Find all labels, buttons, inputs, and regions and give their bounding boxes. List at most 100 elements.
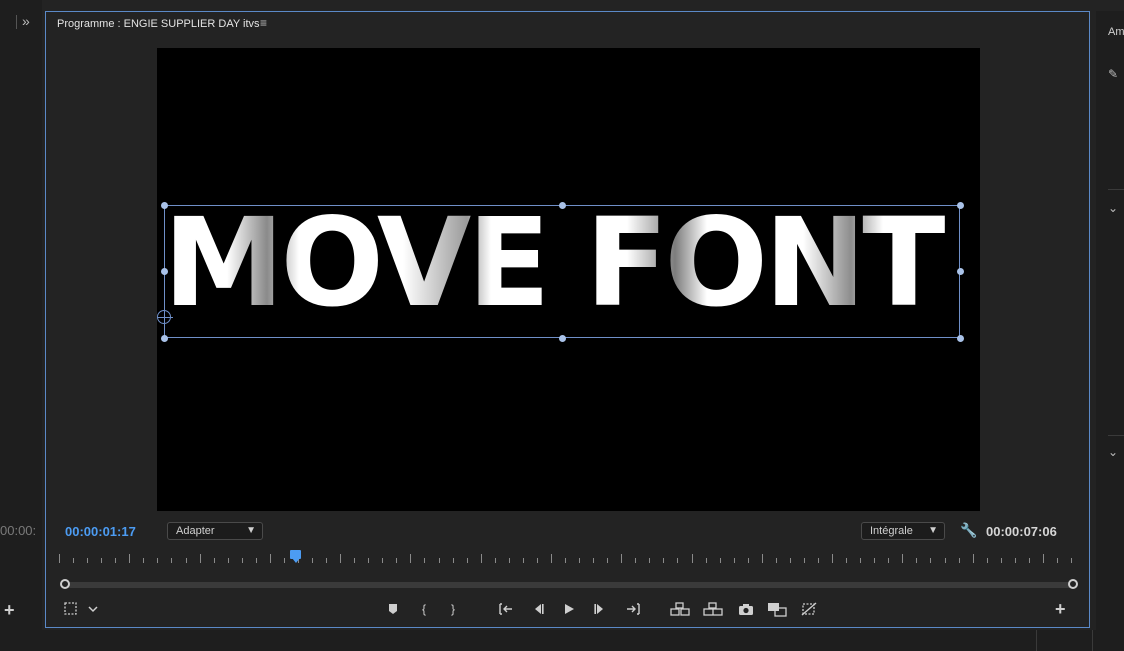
resize-handle-middle-right[interactable] xyxy=(957,268,964,275)
ruler-tick xyxy=(326,558,327,563)
scrollbar-end-handle[interactable] xyxy=(1068,579,1078,589)
resize-handle-top-left[interactable] xyxy=(161,202,168,209)
resize-handle-bottom-left[interactable] xyxy=(161,335,168,342)
ruler-tick xyxy=(706,558,707,563)
ruler-tick xyxy=(340,554,341,563)
ruler-tick xyxy=(186,558,187,563)
resize-handle-middle-left[interactable] xyxy=(161,268,168,275)
ruler-tick xyxy=(495,558,496,563)
ruler-tick xyxy=(635,558,636,563)
ruler-tick xyxy=(649,558,650,563)
zoom-scrollbar[interactable] xyxy=(60,579,1078,589)
chevron-down-icon[interactable] xyxy=(87,601,99,617)
ruler-tick xyxy=(270,554,271,563)
ruler-tick xyxy=(481,554,482,563)
ruler-tick xyxy=(930,558,931,563)
text-bounding-box[interactable] xyxy=(164,205,960,338)
scrollbar-start-handle[interactable] xyxy=(60,579,70,589)
comparison-view-button[interactable] xyxy=(767,601,787,617)
video-frame[interactable]: MOVE FONT xyxy=(157,48,980,511)
ruler-tick xyxy=(410,554,411,563)
ruler-tick xyxy=(902,554,903,563)
ruler-tick xyxy=(73,558,74,563)
safe-margins-button[interactable] xyxy=(63,601,79,617)
ruler-tick xyxy=(846,558,847,563)
mark-in-button[interactable]: { xyxy=(422,601,426,617)
resize-handle-top-right[interactable] xyxy=(957,202,964,209)
panel-divider xyxy=(1036,630,1037,651)
ruler-tick xyxy=(1029,558,1030,563)
ruler-tick xyxy=(677,558,678,563)
ruler-tick xyxy=(129,554,130,563)
expand-panels-icon[interactable]: » xyxy=(22,12,38,30)
ruler-tick xyxy=(87,558,88,563)
ruler-tick xyxy=(945,558,946,563)
panel-divider xyxy=(1108,435,1124,436)
go-to-in-button[interactable] xyxy=(497,601,515,617)
step-forward-button[interactable] xyxy=(592,601,608,617)
ruler-tick xyxy=(832,554,833,563)
ruler-tick xyxy=(228,558,229,563)
playback-resolution-select[interactable]: Intégrale ▼ xyxy=(861,522,945,540)
pen-tool-icon[interactable]: ✎ xyxy=(1108,67,1118,81)
proxy-toggle-icon[interactable] xyxy=(800,601,818,617)
chevron-down-icon[interactable]: ⌄ xyxy=(1108,201,1118,215)
ruler-tick xyxy=(1043,554,1044,563)
ruler-tick xyxy=(748,558,749,563)
insert-button[interactable] xyxy=(670,601,690,617)
ruler-tick xyxy=(734,558,735,563)
settings-wrench-icon[interactable]: 🔧 xyxy=(960,522,977,539)
current-timecode[interactable]: 00:00:01:17 xyxy=(65,524,136,539)
ruler-tick xyxy=(1057,558,1058,563)
chevron-down-icon: ▼ xyxy=(246,525,256,536)
ruler-tick xyxy=(663,558,664,563)
ruler-tick xyxy=(720,558,721,563)
resize-handle-bottom-center[interactable] xyxy=(559,335,566,342)
overwrite-button[interactable] xyxy=(703,601,723,617)
play-button[interactable] xyxy=(562,601,576,617)
add-marker-button[interactable] xyxy=(387,601,399,617)
ruler-tick xyxy=(607,558,608,563)
left-add-button[interactable]: + xyxy=(4,600,15,621)
source-timecode-partial: 00:00: xyxy=(0,523,37,538)
ruler-tick xyxy=(312,558,313,563)
ruler-tick xyxy=(537,558,538,563)
step-back-button[interactable] xyxy=(530,601,546,617)
ruler-tick xyxy=(565,558,566,563)
ruler-tick xyxy=(1071,558,1072,563)
right-panel-title[interactable]: Am xyxy=(1108,26,1124,38)
panel-menu-icon[interactable]: ≡ xyxy=(260,16,267,30)
playhead[interactable] xyxy=(290,550,301,563)
button-editor-add-button[interactable]: + xyxy=(1055,600,1066,618)
ruler-tick xyxy=(579,558,580,563)
ruler-tick xyxy=(1015,558,1016,563)
mark-out-button[interactable]: } xyxy=(451,601,455,617)
ruler-tick xyxy=(424,558,425,563)
ruler-tick xyxy=(143,558,144,563)
resize-handle-top-center[interactable] xyxy=(559,202,566,209)
panel-title[interactable]: Programme : ENGIE SUPPLIER DAY itvs xyxy=(57,18,260,30)
ruler-tick xyxy=(439,558,440,563)
camera-icon[interactable] xyxy=(737,601,755,617)
zoom-level-value: Adapter xyxy=(176,525,215,537)
ruler-tick xyxy=(987,558,988,563)
panel-divider xyxy=(1092,630,1093,651)
go-to-out-button[interactable] xyxy=(624,601,642,617)
ruler-tick xyxy=(171,558,172,563)
ruler-tick xyxy=(762,554,763,563)
chevron-down-icon[interactable]: ⌄ xyxy=(1108,445,1118,459)
right-panel: Am ✎ ⌄ ⌄ xyxy=(1096,11,1124,630)
playback-resolution-value: Intégrale xyxy=(870,525,913,537)
anchor-point-icon[interactable] xyxy=(157,308,173,326)
left-panel: » 00:00: + xyxy=(0,0,42,630)
program-monitor-panel: Programme : ENGIE SUPPLIER DAY itvs ≡ MO… xyxy=(45,11,1090,628)
ruler-tick xyxy=(593,558,594,563)
ruler-tick xyxy=(354,558,355,563)
zoom-level-select[interactable]: Adapter ▼ xyxy=(167,522,263,540)
ruler-tick xyxy=(101,558,102,563)
duration-timecode: 00:00:07:06 xyxy=(986,524,1057,539)
ruler-tick xyxy=(467,558,468,563)
resize-handle-bottom-right[interactable] xyxy=(957,335,964,342)
time-ruler[interactable] xyxy=(59,552,1072,566)
ruler-tick xyxy=(860,558,861,563)
